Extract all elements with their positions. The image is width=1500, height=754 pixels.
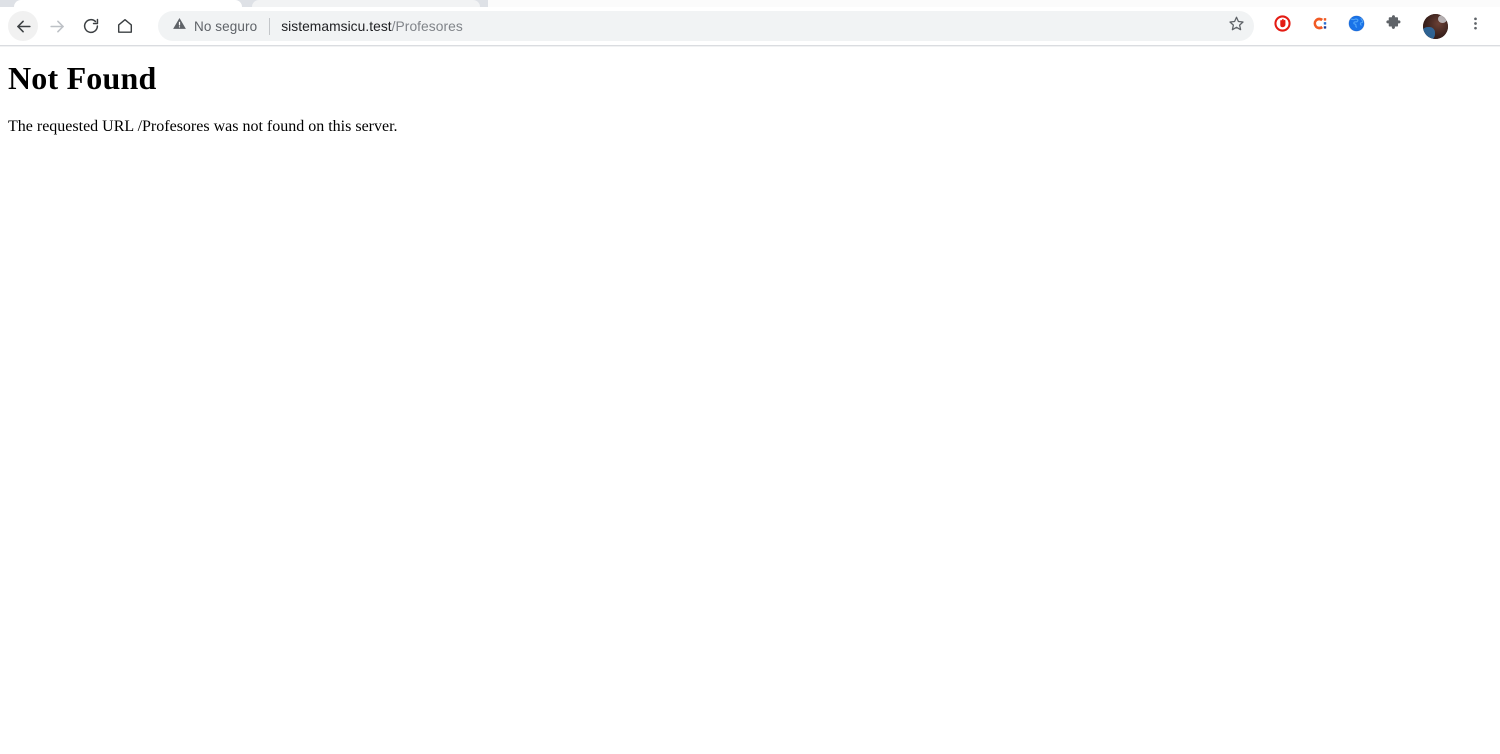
browser-window: No seguro sistemamsicu.test/Profesores N… xyxy=(0,0,1500,754)
warning-triangle-icon xyxy=(172,16,187,36)
puzzle-piece-icon xyxy=(1384,14,1403,38)
page-content: Not Found The requested URL /Profesores … xyxy=(0,47,1500,754)
tab-inactive[interactable] xyxy=(252,0,480,7)
globe-icon xyxy=(1347,14,1366,38)
tab-strip-background xyxy=(488,0,1500,7)
back-arrow-icon xyxy=(14,17,33,36)
kebab-menu-icon xyxy=(1467,15,1484,37)
reload-icon xyxy=(82,17,100,35)
security-status-label: No seguro xyxy=(194,18,258,34)
omnibox-separator xyxy=(269,17,271,35)
forward-button[interactable] xyxy=(42,11,72,41)
globe-extension-button[interactable] xyxy=(1341,11,1371,41)
navigation-buttons xyxy=(8,11,144,41)
forward-arrow-icon xyxy=(48,17,67,36)
adblock-extension-button[interactable] xyxy=(1267,11,1297,41)
star-outline-icon xyxy=(1228,15,1245,37)
profile-avatar-button[interactable] xyxy=(1420,11,1450,41)
chrome-menu-button[interactable] xyxy=(1460,11,1490,41)
tab-active[interactable] xyxy=(14,0,242,7)
colorzilla-extension-button[interactable] xyxy=(1304,11,1334,41)
extensions-button[interactable] xyxy=(1378,11,1408,41)
url-path: /Profesores xyxy=(391,18,463,34)
browser-toolbar: No seguro sistemamsicu.test/Profesores xyxy=(0,7,1500,45)
avatar-icon xyxy=(1422,13,1448,39)
color-picker-c-icon xyxy=(1310,14,1329,38)
reload-button[interactable] xyxy=(76,11,106,41)
tab-strip[interactable] xyxy=(0,0,1500,7)
address-bar[interactable]: No seguro sistemamsicu.test/Profesores xyxy=(158,11,1254,41)
page-title: Not Found xyxy=(8,60,157,96)
bookmark-button[interactable] xyxy=(1222,12,1250,40)
back-button[interactable] xyxy=(8,11,38,41)
error-message: The requested URL /Profesores was not fo… xyxy=(8,118,398,135)
home-icon xyxy=(116,17,134,35)
url-text[interactable]: sistemamsicu.test/Profesores xyxy=(281,19,1216,34)
stop-hand-icon xyxy=(1273,14,1292,38)
toolbar-actions xyxy=(1260,11,1492,41)
security-status-chip[interactable]: No seguro xyxy=(172,16,257,36)
url-host: sistemamsicu.test xyxy=(281,18,392,34)
home-button[interactable] xyxy=(110,11,140,41)
